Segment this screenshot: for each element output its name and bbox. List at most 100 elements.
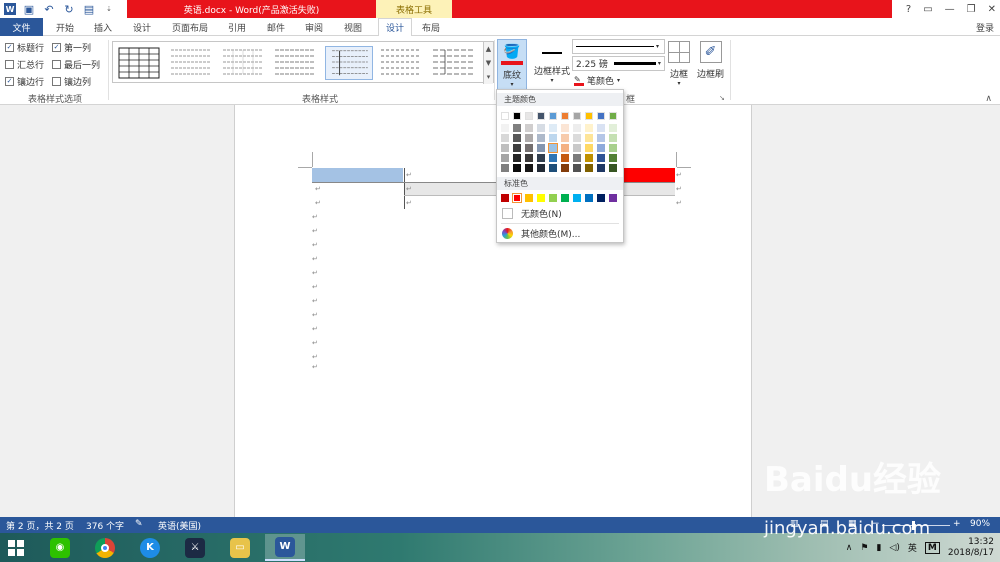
theme-shade-swatch[interactable] bbox=[549, 134, 557, 142]
theme-shade-swatch[interactable] bbox=[513, 134, 521, 142]
tab-file[interactable]: 文件 bbox=[0, 18, 43, 36]
theme-shade-swatch[interactable] bbox=[609, 144, 617, 152]
theme-shade-swatch[interactable] bbox=[573, 144, 581, 152]
volume-icon[interactable]: ◁) bbox=[889, 543, 899, 553]
show-hidden-icons[interactable]: ∧ bbox=[846, 543, 853, 553]
taskbar-kugou[interactable]: K bbox=[130, 534, 170, 561]
tab-table-design[interactable]: 设计 bbox=[378, 18, 412, 36]
tab-page-layout[interactable]: 页面布局 bbox=[167, 18, 213, 36]
standard-color-swatch[interactable] bbox=[512, 193, 522, 203]
save-icon[interactable]: ▣ bbox=[22, 2, 36, 16]
theme-shade-swatch[interactable] bbox=[585, 134, 593, 142]
theme-shade-swatch[interactable] bbox=[573, 124, 581, 132]
gallery-scroll[interactable]: ▲ ▼ ▾ bbox=[483, 42, 493, 84]
theme-shade-swatch[interactable] bbox=[597, 144, 605, 152]
checkbox-last-column[interactable]: 最后一列 bbox=[52, 58, 100, 71]
theme-shade-swatch[interactable] bbox=[537, 134, 545, 142]
theme-shade-swatch[interactable] bbox=[537, 144, 545, 152]
help-button[interactable]: ? bbox=[906, 4, 911, 15]
theme-shade-swatch[interactable] bbox=[561, 124, 569, 132]
theme-shade-swatch[interactable] bbox=[597, 124, 605, 132]
flag-icon[interactable]: ⚑ bbox=[860, 543, 868, 553]
theme-shade-swatch[interactable] bbox=[513, 144, 521, 152]
theme-color-swatch[interactable] bbox=[597, 112, 605, 120]
theme-shade-swatch[interactable] bbox=[513, 154, 521, 162]
theme-color-swatch[interactable] bbox=[549, 112, 557, 120]
table-style-thumb[interactable] bbox=[169, 46, 213, 80]
theme-shade-swatch[interactable] bbox=[537, 164, 545, 172]
customize-qat-icon[interactable]: ⇣ bbox=[102, 2, 116, 16]
table-style-thumb-selected[interactable] bbox=[325, 46, 373, 80]
clock[interactable]: 13:32 2018/8/17 bbox=[948, 537, 994, 559]
table-styles-gallery[interactable]: ▲ ▼ ▾ bbox=[112, 41, 494, 84]
language-indicator[interactable]: 英语(美国) bbox=[158, 519, 201, 532]
standard-color-swatch[interactable] bbox=[597, 194, 605, 202]
theme-shade-swatch[interactable] bbox=[573, 154, 581, 162]
table-style-thumb[interactable] bbox=[431, 46, 475, 80]
theme-color-swatch[interactable] bbox=[501, 112, 509, 120]
collapse-ribbon-icon[interactable]: ∧ bbox=[985, 94, 992, 104]
theme-color-swatch[interactable] bbox=[513, 112, 521, 120]
theme-color-swatch[interactable] bbox=[561, 112, 569, 120]
theme-shade-swatch[interactable] bbox=[513, 164, 521, 172]
theme-shade-swatch[interactable] bbox=[585, 144, 593, 152]
standard-color-swatch[interactable] bbox=[549, 194, 557, 202]
undo-icon[interactable]: ↶ bbox=[42, 2, 56, 16]
word-count[interactable]: 376 个字 bbox=[86, 519, 124, 532]
theme-shade-swatch[interactable] bbox=[548, 143, 558, 153]
proofing-icon[interactable]: ✎ bbox=[135, 519, 143, 529]
scroll-up-icon[interactable]: ▲ bbox=[486, 45, 491, 53]
theme-shade-swatch[interactable] bbox=[609, 124, 617, 132]
theme-shade-swatch[interactable] bbox=[585, 164, 593, 172]
theme-color-swatch[interactable] bbox=[585, 112, 593, 120]
line-style-dropdown[interactable]: ▾ bbox=[572, 39, 665, 54]
theme-color-swatch[interactable] bbox=[525, 112, 533, 120]
theme-shade-swatch[interactable] bbox=[537, 154, 545, 162]
theme-shade-swatch[interactable] bbox=[549, 164, 557, 172]
table-cell-shaded-red[interactable] bbox=[624, 168, 675, 182]
theme-shade-swatch[interactable] bbox=[561, 154, 569, 162]
zoom-level[interactable]: 90% bbox=[970, 519, 990, 529]
checkbox-header-row[interactable]: ✓ 标题行 bbox=[5, 41, 44, 54]
borders-button[interactable]: 边框 ▾ bbox=[668, 41, 690, 87]
theme-shade-swatch[interactable] bbox=[501, 144, 509, 152]
ime-mode-icon[interactable]: M bbox=[924, 541, 940, 554]
gallery-more-icon[interactable]: ▾ bbox=[487, 73, 491, 81]
theme-shade-swatch[interactable] bbox=[597, 154, 605, 162]
theme-shade-swatch[interactable] bbox=[549, 154, 557, 162]
tab-mailings[interactable]: 邮件 bbox=[261, 18, 291, 36]
network-icon[interactable]: ▮ bbox=[876, 543, 881, 553]
login-link[interactable]: 登录 bbox=[976, 18, 994, 36]
standard-color-swatch[interactable] bbox=[609, 194, 617, 202]
standard-color-swatch[interactable] bbox=[561, 194, 569, 202]
taskbar-wechat[interactable]: ◉ bbox=[40, 534, 80, 561]
theme-shade-swatch[interactable] bbox=[525, 134, 533, 142]
theme-shade-swatch[interactable] bbox=[561, 164, 569, 172]
no-color-item[interactable]: 无颜色(N) bbox=[497, 205, 623, 221]
restore-icon[interactable]: ❐ bbox=[967, 4, 976, 15]
tab-insert[interactable]: 插入 bbox=[88, 18, 118, 36]
checkbox-banded-rows[interactable]: ✓ 镶边行 bbox=[5, 75, 44, 88]
pen-color-button[interactable]: ✎ 笔颜色 ▾ bbox=[574, 74, 620, 87]
theme-color-swatch[interactable] bbox=[537, 112, 545, 120]
quick-print-icon[interactable]: ▤ bbox=[82, 2, 96, 16]
border-painter-button[interactable]: ✐ 边框刷 bbox=[697, 41, 724, 80]
taskbar-chrome[interactable] bbox=[85, 534, 125, 561]
theme-shade-swatch[interactable] bbox=[609, 154, 617, 162]
zoom-in-icon[interactable]: + bbox=[953, 519, 961, 529]
tab-home[interactable]: 开始 bbox=[50, 18, 80, 36]
redo-icon[interactable]: ↻ bbox=[62, 2, 76, 16]
ribbon-display-options-icon[interactable]: ▭ bbox=[923, 4, 932, 15]
checkbox-banded-columns[interactable]: 镶边列 bbox=[52, 75, 91, 88]
shading-button[interactable]: 🪣 底纹 ▾ bbox=[497, 39, 527, 91]
table-cell-shaded-blue[interactable] bbox=[312, 168, 403, 182]
theme-shade-swatch[interactable] bbox=[525, 164, 533, 172]
theme-shade-swatch[interactable] bbox=[609, 164, 617, 172]
theme-shade-swatch[interactable] bbox=[501, 134, 509, 142]
standard-color-swatch[interactable] bbox=[585, 194, 593, 202]
theme-shade-swatch[interactable] bbox=[597, 134, 605, 142]
theme-shade-swatch[interactable] bbox=[525, 124, 533, 132]
close-icon[interactable]: ✕ bbox=[988, 4, 996, 15]
table-style-thumb[interactable] bbox=[273, 46, 317, 80]
theme-shade-swatch[interactable] bbox=[573, 134, 581, 142]
